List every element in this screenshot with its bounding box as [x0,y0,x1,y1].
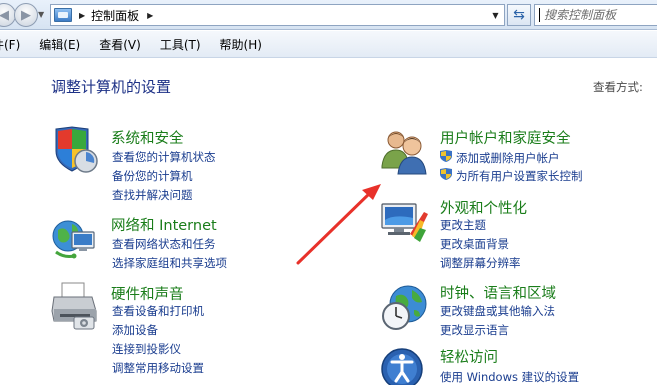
annotation-arrow [296,184,381,265]
